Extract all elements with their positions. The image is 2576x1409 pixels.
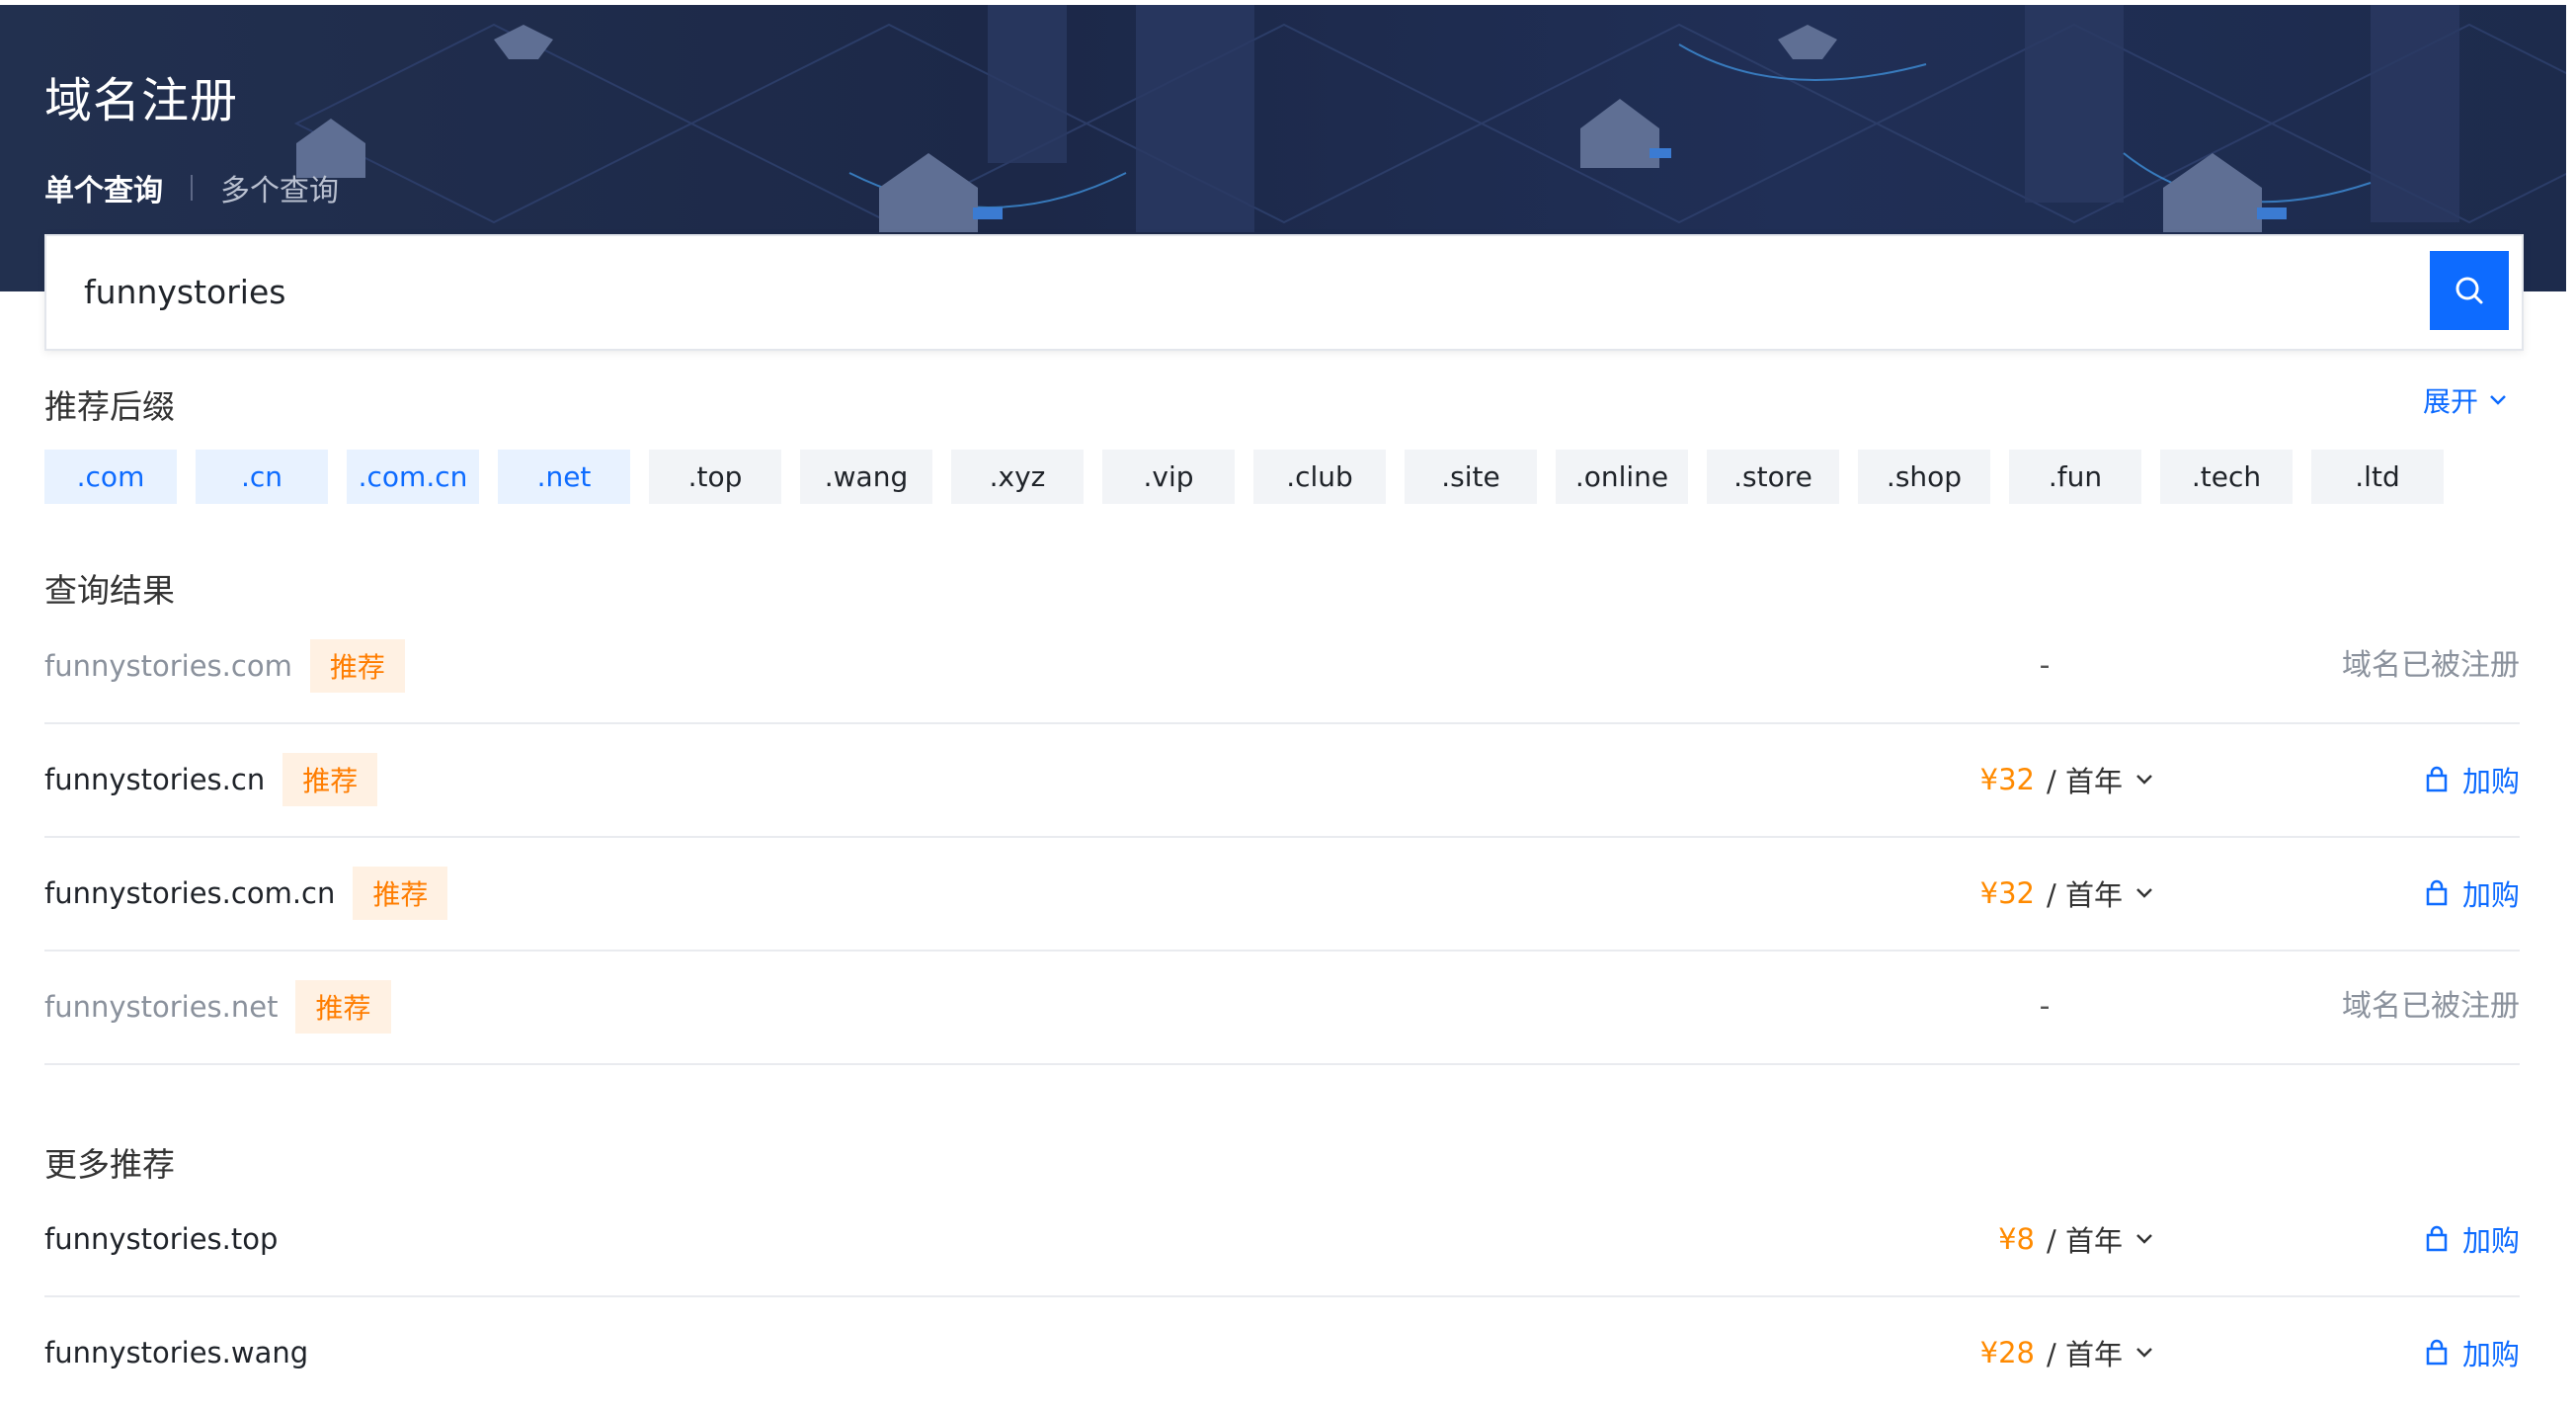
price-period-select[interactable]: ¥32 / 首年: [1980, 723, 2154, 836]
result-row: funnystories.com.cn 推荐 ¥32 / 首年 加购: [44, 837, 2520, 952]
add-to-cart-button[interactable]: 加购: [2425, 723, 2520, 836]
search-icon: [2455, 277, 2483, 304]
suffix-chip-tech[interactable]: .tech: [2160, 450, 2293, 504]
suffix-chip-store[interactable]: .store: [1707, 450, 1839, 504]
suffix-section-title: 推荐后缀: [44, 387, 175, 426]
period: / 首年: [2047, 765, 2123, 798]
chevron-down-icon: [2136, 1348, 2152, 1358]
recommend-badge: 推荐: [295, 980, 391, 1034]
recommend-row: funnystories.top ¥8 / 首年 加购: [44, 1183, 2520, 1297]
suffix-chip-list: .com .cn .com.cn .net .top .wang .xyz .v…: [44, 450, 2462, 504]
suffix-chip-club[interactable]: .club: [1253, 450, 1386, 504]
price-period-select[interactable]: ¥28 / 首年: [1980, 1296, 2154, 1409]
result-row: funnystories.net 推荐 - 域名已被注册: [44, 951, 2520, 1065]
suffix-chip-fun[interactable]: .fun: [2009, 450, 2141, 504]
domain-register-page: 域名注册 单个查询 多个查询 推荐后缀 展开 .com .cn .com.cn …: [0, 0, 2576, 1396]
domain-name: funnystories.top: [44, 1222, 279, 1256]
result-domain-cell: funnystories.wang: [44, 1296, 308, 1409]
suffix-chip-site[interactable]: .site: [1405, 450, 1537, 504]
expand-button[interactable]: 展开: [2423, 380, 2508, 420]
registered-status: 域名已被注册: [2342, 989, 2520, 1024]
result-domain-cell: funnystories.top: [44, 1183, 278, 1295]
domain-name: funnystories.net: [44, 990, 279, 1024]
add-to-cart-label: 加购: [2461, 878, 2520, 912]
add-to-cart-button[interactable]: 加购: [2425, 1296, 2520, 1409]
suffix-chip-wang[interactable]: .wang: [800, 450, 932, 504]
suffix-chip-vip[interactable]: .vip: [1102, 450, 1235, 504]
more-section-title: 更多推荐: [44, 1145, 175, 1184]
add-to-cart-button[interactable]: 加购: [2425, 1183, 2520, 1295]
add-to-cart-label: 加购: [2461, 765, 2520, 798]
search-button[interactable]: [2430, 251, 2509, 330]
suffix-chip-com-cn[interactable]: .com.cn: [347, 450, 479, 504]
price-placeholder: -: [2039, 989, 2051, 1024]
suffix-chip-cn[interactable]: .cn: [196, 450, 328, 504]
expand-label: 展开: [2423, 385, 2479, 418]
price-period-select[interactable]: ¥8 / 首年: [1998, 1183, 2154, 1295]
price-placeholder: -: [2039, 648, 2051, 683]
recommend-row: funnystories.wang ¥28 / 首年 加购: [44, 1296, 2520, 1409]
suffix-chip-xyz[interactable]: .xyz: [951, 450, 1084, 504]
chevron-down-icon: [2490, 395, 2506, 405]
result-domain-cell: funnystories.net 推荐: [44, 951, 391, 1063]
bag-icon: [2426, 879, 2448, 906]
period: / 首年: [2047, 1338, 2123, 1371]
results-section-title: 查询结果: [44, 571, 175, 610]
price-period-select[interactable]: ¥32 / 首年: [1980, 837, 2154, 950]
price: ¥32: [1979, 876, 2035, 910]
domain-name: funnystories.com: [44, 649, 292, 683]
add-to-cart-button[interactable]: 加购: [2425, 837, 2520, 950]
price: ¥32: [1979, 763, 2035, 796]
period: / 首年: [2047, 1224, 2123, 1258]
tab-multi-query[interactable]: 多个查询: [220, 166, 339, 209]
search-input[interactable]: [84, 236, 2356, 349]
price: ¥28: [1979, 1336, 2035, 1369]
suffix-chip-ltd[interactable]: .ltd: [2311, 450, 2444, 504]
result-domain-cell: funnystories.com 推荐: [44, 610, 405, 722]
domain-name: funnystories.wang: [44, 1336, 309, 1369]
bag-icon: [2426, 766, 2448, 792]
add-to-cart-label: 加购: [2461, 1338, 2520, 1371]
result-domain-cell: funnystories.com.cn 推荐: [44, 837, 448, 950]
add-to-cart-label: 加购: [2461, 1224, 2520, 1258]
page-title: 域名注册: [44, 73, 239, 128]
result-row: funnystories.cn 推荐 ¥32 / 首年 加购: [44, 723, 2520, 838]
tab-single-query[interactable]: 单个查询: [44, 166, 163, 209]
period: / 首年: [2047, 878, 2123, 912]
suffix-chip-com[interactable]: .com: [44, 450, 177, 504]
suffix-chip-net[interactable]: .net: [498, 450, 630, 504]
suffix-chip-shop[interactable]: .shop: [1858, 450, 1990, 504]
bag-icon: [2426, 1339, 2448, 1366]
recommend-badge: 推荐: [282, 753, 378, 806]
chevron-down-icon: [2136, 775, 2152, 785]
recommend-badge: 推荐: [353, 867, 448, 920]
domain-name: funnystories.com.cn: [44, 876, 336, 910]
query-tabs: 单个查询 多个查询: [44, 166, 339, 209]
registered-status: 域名已被注册: [2342, 648, 2520, 683]
suffix-chip-online[interactable]: .online: [1556, 450, 1688, 504]
chevron-down-icon: [2136, 1234, 2152, 1244]
search-box: [44, 234, 2524, 351]
recommend-badge: 推荐: [309, 639, 405, 693]
chevron-down-icon: [2136, 888, 2152, 898]
tab-divider: [191, 175, 193, 201]
bag-icon: [2426, 1225, 2448, 1252]
domain-name: funnystories.cn: [44, 763, 266, 796]
result-row: funnystories.com 推荐 - 域名已被注册: [44, 610, 2520, 724]
result-domain-cell: funnystories.cn 推荐: [44, 723, 378, 836]
suffix-chip-top[interactable]: .top: [649, 450, 781, 504]
price: ¥8: [1998, 1222, 2035, 1256]
